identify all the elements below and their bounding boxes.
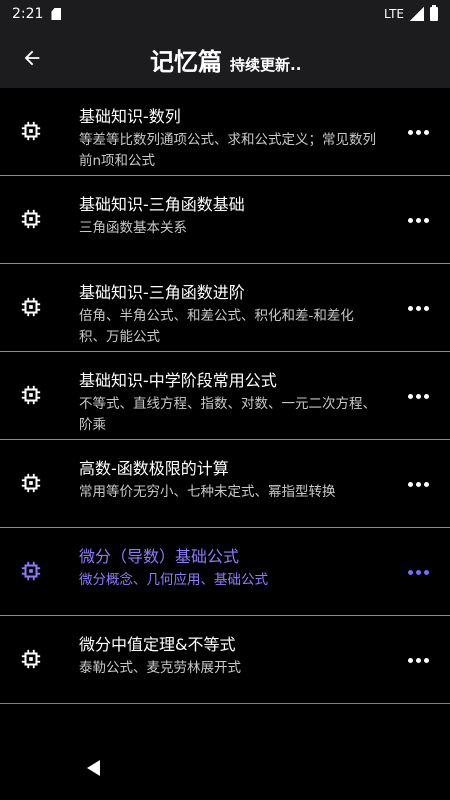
list-item[interactable]: 基础知识-数列 等差等比数列通项公式、求和公式定义；常见数列前n项和公式: [0, 88, 450, 176]
chip-icon: [21, 649, 41, 669]
list-item-text: 高数-函数极限的计算 常用等价无穷小、七种未定式、幂指型转换: [79, 458, 380, 503]
status-bar: 2:21 LTE: [0, 0, 450, 28]
chip-icon: [21, 385, 41, 405]
navigation-bar: [0, 740, 450, 800]
more-options-icon[interactable]: [408, 654, 430, 666]
list-item[interactable]: 基础知识-中学阶段常用公式 不等式、直线方程、指数、对数、一元二次方程、阶乘: [0, 352, 450, 440]
network-type: LTE: [384, 7, 404, 21]
list-item-desc: 不等式、直线方程、指数、对数、一元二次方程、阶乘: [79, 396, 376, 433]
list-item[interactable]: 基础知识-三角函数进阶 倍角、半角公式、和差公式、积化和差-和差化积、万能公式: [0, 264, 450, 352]
nav-back-triangle-icon[interactable]: [84, 758, 104, 778]
chip-icon: [21, 561, 41, 581]
more-options-icon[interactable]: [408, 302, 430, 314]
list-item-text: 基础知识-三角函数基础 三角函数基本关系: [79, 194, 380, 239]
list-item-title: 微分（导数）基础公式: [79, 547, 240, 566]
battery-icon: [430, 5, 438, 21]
list-item-title: 基础知识-中学阶段常用公式: [79, 371, 277, 390]
page-title: 记忆篇: [150, 48, 222, 76]
list-item-desc: 泰勒公式、麦克劳林展开式: [79, 660, 241, 676]
app-bar: 记忆篇 持续更新..: [0, 28, 450, 88]
more-options-icon[interactable]: [408, 478, 430, 490]
list-item-desc: 倍角、半角公式、和差公式、积化和差-和差化积、万能公式: [79, 308, 354, 345]
signal-icon: [410, 7, 424, 21]
list-item[interactable]: 高数-函数极限的计算 常用等价无穷小、七种未定式、幂指型转换: [0, 440, 450, 528]
more-options-icon[interactable]: [408, 566, 430, 578]
back-button[interactable]: [18, 44, 46, 72]
list-item-desc: 常用等价无穷小、七种未定式、幂指型转换: [79, 484, 336, 500]
list-item-text: 基础知识-数列 等差等比数列通项公式、求和公式定义；常见数列前n项和公式: [79, 106, 380, 172]
list-item-text: 微分中值定理&不等式 泰勒公式、麦克劳林展开式: [79, 634, 380, 679]
status-time: 2:21: [12, 6, 44, 22]
list-item-title: 高数-函数极限的计算: [79, 459, 229, 478]
list-item-text: 基础知识-中学阶段常用公式 不等式、直线方程、指数、对数、一元二次方程、阶乘: [79, 370, 380, 436]
list-item-title: 基础知识-三角函数进阶: [79, 283, 245, 302]
list-item[interactable]: 微分中值定理&不等式 泰勒公式、麦克劳林展开式: [0, 616, 450, 704]
chip-icon: [21, 209, 41, 229]
page-subtitle: 持续更新..: [230, 56, 302, 74]
more-options-icon[interactable]: [408, 390, 430, 402]
chip-icon: [21, 297, 41, 317]
more-options-icon[interactable]: [408, 214, 430, 226]
sd-card-icon: [51, 8, 62, 20]
list-item-title: 基础知识-数列: [79, 107, 181, 126]
list-item-text: 微分（导数）基础公式 微分概念、几何应用、基础公式: [79, 546, 380, 591]
list-item[interactable]: 微分（导数）基础公式 微分概念、几何应用、基础公式: [0, 528, 450, 616]
arrow-left-icon: [24, 50, 40, 66]
more-options-icon[interactable]: [408, 126, 430, 138]
chip-icon: [21, 473, 41, 493]
list-item-title: 基础知识-三角函数基础: [79, 195, 245, 214]
list-item[interactable]: 基础知识-三角函数基础 三角函数基本关系: [0, 176, 450, 264]
list-item-desc: 三角函数基本关系: [79, 220, 187, 236]
list-item-desc: 微分概念、几何应用、基础公式: [79, 572, 268, 588]
formula-list: 基础知识-数列 等差等比数列通项公式、求和公式定义；常见数列前n项和公式 基础知…: [0, 88, 450, 704]
list-item-text: 基础知识-三角函数进阶 倍角、半角公式、和差公式、积化和差-和差化积、万能公式: [79, 282, 380, 348]
list-item-title: 微分中值定理&不等式: [79, 635, 236, 654]
list-item-desc: 等差等比数列通项公式、求和公式定义；常见数列前n项和公式: [79, 132, 376, 169]
chip-icon: [21, 121, 41, 141]
